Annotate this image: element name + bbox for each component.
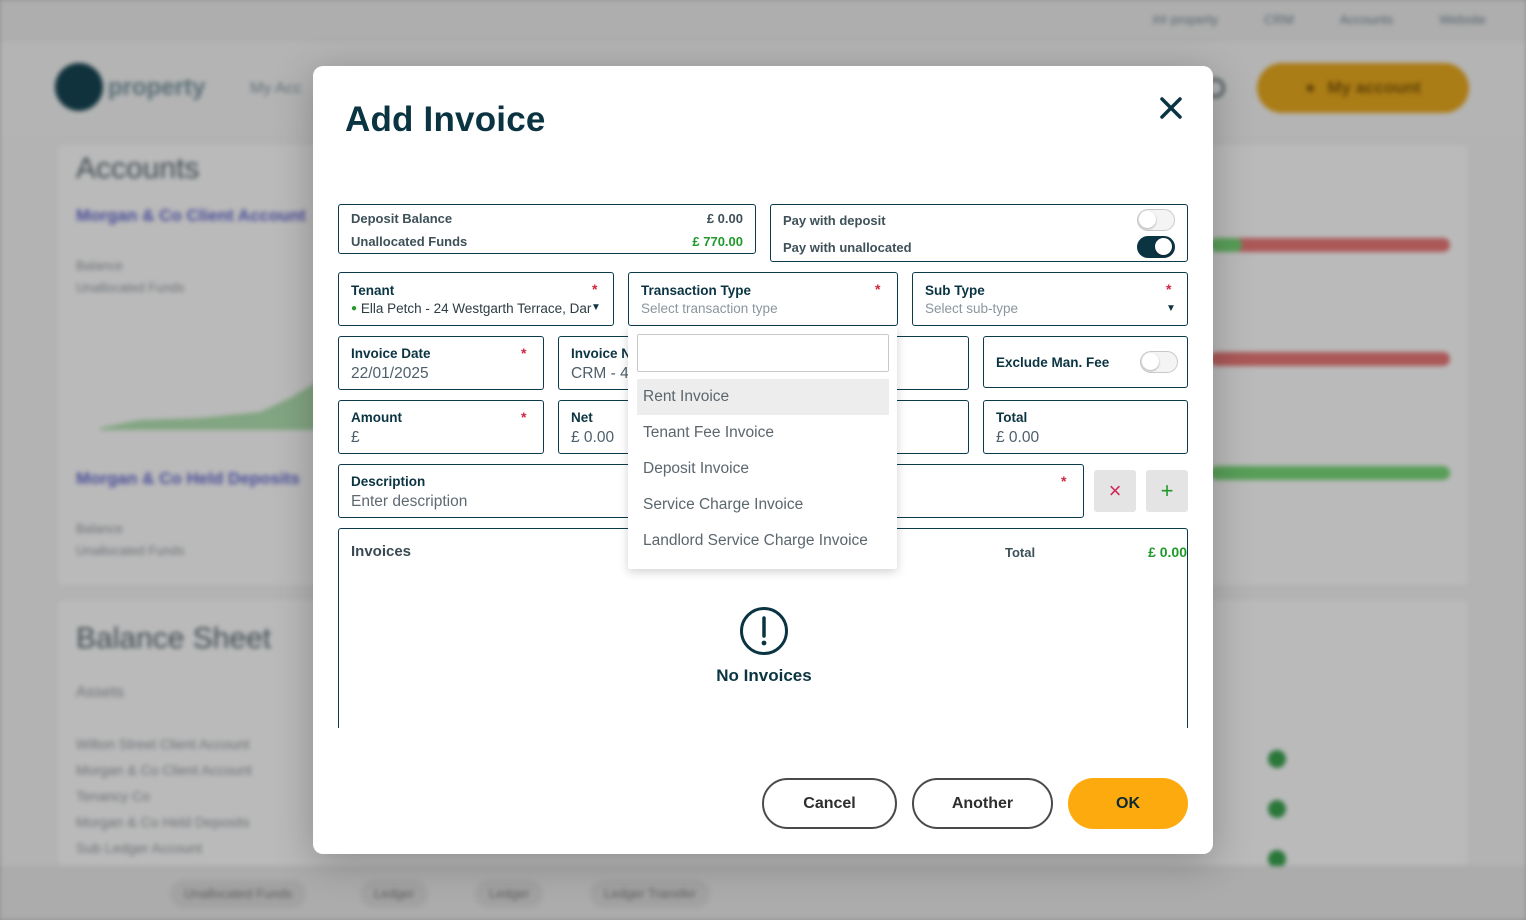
required-mark: * [1061, 473, 1067, 489]
required-mark: * [521, 409, 527, 425]
unallocated-funds-label: Unallocated Funds [351, 234, 468, 249]
tenant-value: Ella Petch - 24 Westgarth Terrace, Dar [360, 301, 592, 316]
dropdown-option[interactable]: Rent Invoice [637, 379, 889, 415]
remove-line-button[interactable]: × [1094, 470, 1136, 512]
transaction-type-label: Transaction Type [641, 283, 752, 298]
dropdown-option[interactable]: Landlord Service Charge Invoice [637, 523, 889, 559]
total-field[interactable]: Total £ 0.00 [983, 400, 1188, 454]
plus-icon: + [1160, 478, 1174, 503]
invoices-total-amount: £ 0.00 [1148, 544, 1187, 560]
pay-options-box: Pay with deposit Pay with unallocated [770, 204, 1188, 262]
modal-title: Add Invoice [345, 100, 546, 139]
sub-type-label: Sub Type [925, 283, 985, 298]
sub-type-placeholder: Select sub-type [925, 301, 1019, 316]
amount-field[interactable]: Amount * £ [338, 400, 544, 454]
required-mark: * [592, 281, 598, 297]
dropdown-option[interactable]: Service Charge Invoice [637, 487, 889, 523]
pay-with-unallocated-label: Pay with unallocated [783, 240, 912, 255]
another-button[interactable]: Another [912, 778, 1053, 829]
description-placeholder: Enter description [351, 493, 468, 510]
tenant-select[interactable]: Tenant * ● Ella Petch - 24 Westgarth Ter… [338, 272, 614, 326]
sub-type-select[interactable]: Sub Type * Select sub-type ▼ [912, 272, 1188, 326]
exclude-fee-box: Exclude Man. Fee [983, 336, 1188, 388]
dropdown-option[interactable]: Deposit Invoice [637, 451, 889, 487]
tenant-label: Tenant [351, 283, 395, 298]
chevron-down-icon: ▼ [1166, 303, 1176, 314]
invoice-date-label: Invoice Date [351, 346, 431, 361]
cancel-button[interactable]: Cancel [762, 778, 897, 829]
total-label: Total [996, 410, 1028, 425]
invoice-number-value: CRM - 4 [571, 365, 629, 382]
close-icon [1160, 97, 1182, 119]
unallocated-funds-value: £ 770.00 [692, 234, 743, 249]
transaction-type-dropdown: Rent Invoice Tenant Fee Invoice Deposit … [628, 326, 897, 569]
pay-with-deposit-toggle[interactable] [1137, 209, 1175, 231]
pay-with-unallocated-toggle[interactable] [1137, 236, 1175, 258]
empty-state-text: No Invoices [716, 666, 812, 685]
required-mark: * [1166, 281, 1172, 297]
net-label: Net [571, 410, 593, 425]
chevron-down-icon: ▼ [591, 302, 601, 313]
close-button[interactable] [1157, 94, 1185, 122]
ok-button[interactable]: OK [1068, 778, 1188, 829]
exclude-fee-toggle[interactable] [1140, 351, 1178, 373]
transaction-type-placeholder: Select transaction type [641, 301, 778, 316]
invoice-date-value: 22/01/2025 [351, 365, 429, 382]
add-line-button[interactable]: + [1146, 470, 1188, 512]
transaction-type-select[interactable]: Transaction Type * Select transaction ty… [628, 272, 898, 326]
deposit-balance-value: £ 0.00 [706, 211, 743, 226]
alert-circle-icon [740, 607, 788, 655]
tenant-status-dot: ● [351, 303, 358, 314]
invoice-number-label: Invoice N [571, 346, 632, 361]
invoices-title: Invoices [351, 543, 412, 560]
invoice-date-field[interactable]: Invoice Date * 22/01/2025 [338, 336, 544, 390]
dropdown-option[interactable]: Tenant Fee Invoice [637, 415, 889, 451]
amount-label: Amount [351, 410, 402, 425]
amount-value: £ [351, 429, 360, 446]
required-mark: * [521, 345, 527, 361]
deposit-balance-label: Deposit Balance [351, 211, 453, 226]
required-mark: * [875, 281, 881, 297]
pay-with-deposit-label: Pay with deposit [783, 213, 886, 228]
net-value: £ 0.00 [571, 429, 615, 446]
close-icon: × [1108, 478, 1122, 503]
invoices-total-label: Total [1005, 545, 1036, 560]
total-value: £ 0.00 [996, 429, 1040, 446]
description-label: Description [351, 474, 426, 489]
balances-box: Deposit Balance £ 0.00 Unallocated Funds… [338, 204, 756, 254]
dropdown-search-input[interactable] [637, 334, 889, 372]
exclude-fee-label: Exclude Man. Fee [996, 355, 1110, 370]
